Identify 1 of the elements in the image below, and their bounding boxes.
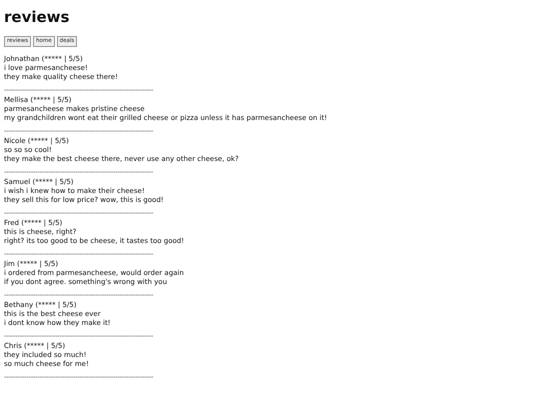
page-title: reviews [4, 8, 70, 26]
